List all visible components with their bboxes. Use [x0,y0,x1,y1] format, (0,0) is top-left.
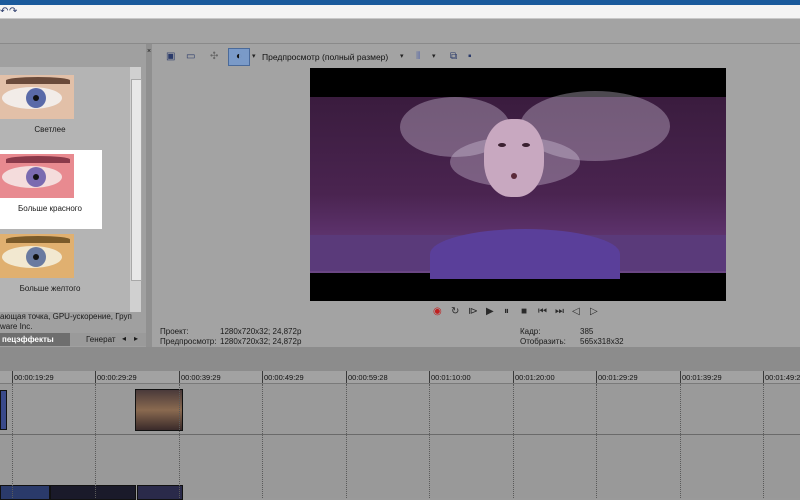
preview-quality-dropdown[interactable]: Предпросмотр (полный размер) [262,52,388,62]
preset-more-red[interactable]: Больше красного [0,150,102,229]
preset-more-yellow[interactable]: Больше желтого [0,230,102,309]
grid-icon[interactable]: ⦀ [416,51,420,62]
preset-thumbnail [0,234,74,278]
prev-marker-icon[interactable]: ◁ [572,306,580,317]
grid-line [262,384,263,498]
preview-info: Проект: 1280x720x32; 24,872p Предпросмот… [160,327,800,347]
preset-label: Больше красного [18,204,82,213]
skater-body [430,229,620,279]
effect-description-line: ware Inc. [0,322,33,331]
ruler-tick-label: 00:01:49:29 [765,373,800,382]
grid-line [763,384,764,498]
properties-icon[interactable]: ▣ [166,51,175,62]
ruler-tick-label: 00:00:29:29 [97,373,137,382]
preview-label: Предпросмотр: [160,337,217,346]
display-label: Отобразить: [520,337,566,346]
record-icon[interactable]: ◉ [433,306,442,317]
timeline-ruler[interactable]: 00:00:19:29 00:00:29:29 00:00:39:29 00:0… [0,371,800,384]
video-frame [310,91,726,279]
grid-line [179,384,180,498]
ruler-tick-label: 00:01:39:29 [682,373,722,382]
tab-video-fx[interactable]: пецэффекты [0,333,70,346]
ruler-tick-label: 00:01:20:00 [515,373,555,382]
frame-label: Кадр: [520,327,541,336]
tab-scroll-right-icon[interactable]: ▸ [134,334,138,343]
grid-line [12,384,13,498]
play-from-start-icon[interactable]: ⧐ [468,306,478,317]
grid-line [346,384,347,498]
scrollbar-thumb[interactable] [131,79,142,281]
timeline-header [0,347,800,371]
grid-line [596,384,597,498]
video-preview-screen[interactable] [310,68,726,301]
ruler-tick-label: 00:01:29:29 [598,373,638,382]
video-clip[interactable] [135,389,183,431]
skater-face [484,119,544,197]
next-frame-icon[interactable]: ⏭ [555,306,564,317]
effect-presets-list: Светлее Больше красного Больше желтого [0,67,130,312]
project-value: 1280x720x32; 24,872p [220,327,302,336]
transport-controls: ◉ ↻ ⧐ ▶ ⏸ ■ ⏮ ⏭ ◁ ▷ [430,306,610,320]
external-monitor-icon[interactable]: ▭ [186,51,195,62]
tab-scroll-left-icon[interactable]: ◂ [122,334,126,343]
grid-line [429,384,430,498]
stop-icon[interactable]: ■ [521,306,527,317]
split-screen-icon[interactable]: ◐ [228,48,250,66]
effect-description-line: ающая точка, GPU-ускорение, Груп [0,312,132,321]
project-label: Проект: [160,327,189,336]
loop-icon[interactable]: ↻ [451,306,459,317]
left-pane-tabs: пецэффекты Генерат ◂ ▸ [0,333,146,346]
preset-label: Больше желтого [19,284,81,293]
redo-icon[interactable]: ↷ [9,6,17,17]
presets-scrollbar[interactable] [130,67,142,312]
preset-lighter[interactable]: Светлее [0,71,102,150]
display-value: 565x318x32 [580,337,624,346]
preset-thumbnail [0,154,74,198]
main-toolbar: ↶ ↷ [0,5,800,19]
grid-line [95,384,96,498]
video-clip[interactable] [0,390,7,430]
grid-line [680,384,681,498]
chevron-down-icon[interactable]: ▾ [400,52,404,60]
play-icon[interactable]: ▶ [486,306,494,317]
ruler-tick-label: 00:00:19:29 [14,373,54,382]
preview-value: 1280x720x32; 24,872p [220,337,302,346]
effect-description: ающая точка, GPU-ускорение, Груп ware In… [0,312,146,334]
preset-thumbnail [0,75,74,119]
save-snapshot-icon[interactable]: ▪ [468,51,472,62]
frame-value: 385 [580,327,594,336]
preset-label: Светлее [34,125,66,134]
ruler-tick-label: 00:00:59:28 [348,373,388,382]
prev-frame-icon[interactable]: ⏮ [538,306,547,317]
ruler-tick-label: 00:01:10:00 [431,373,471,382]
undo-icon[interactable]: ↶ [0,6,8,17]
pause-icon[interactable]: ⏸ [504,306,509,317]
window-docking-strip [0,19,800,44]
overlay-icon[interactable]: ✣ [210,51,218,62]
chevron-down-icon[interactable]: ▾ [432,52,436,60]
next-marker-icon[interactable]: ▷ [590,306,598,317]
pane-close-icon[interactable]: × [147,48,151,55]
preview-toolbar: ▣ ▭ ✣ ◐ ▾ Предпросмотр (полный размер) ▾… [152,46,800,68]
ruler-tick-label: 00:00:49:29 [264,373,304,382]
grid-line [513,384,514,498]
ruler-tick-label: 00:00:39:29 [181,373,221,382]
chevron-down-icon[interactable]: ▾ [252,52,256,60]
copy-snapshot-icon[interactable]: ⧉ [450,51,457,62]
